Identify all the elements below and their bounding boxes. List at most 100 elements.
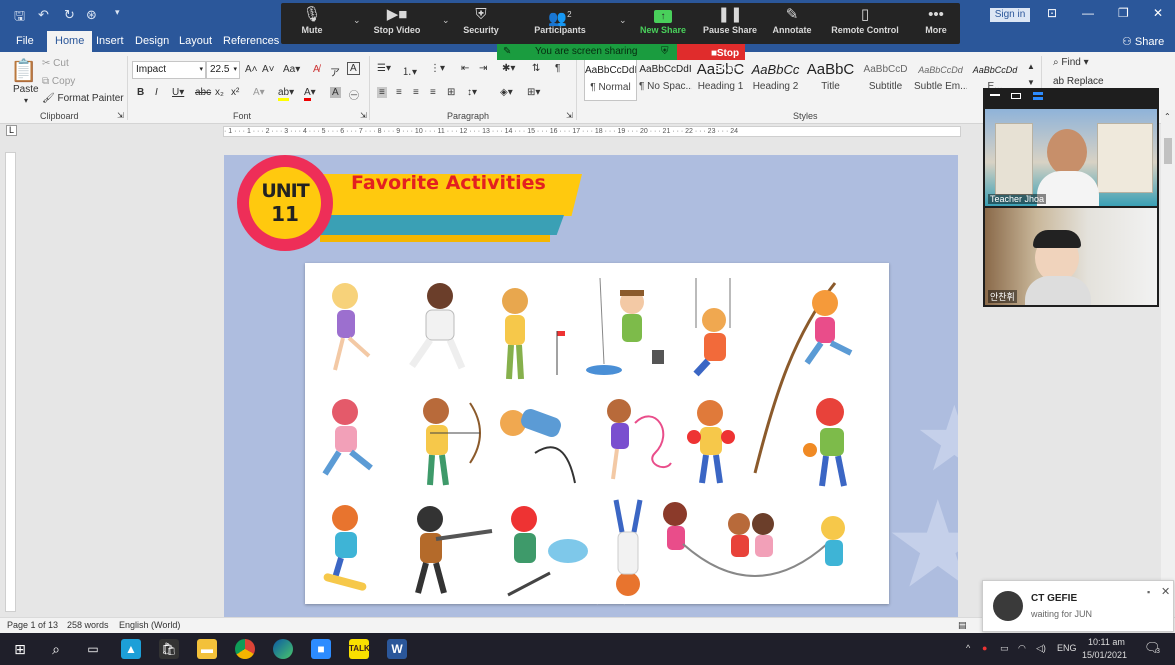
touch-mode-icon[interactable]: ⊛ <box>86 7 97 23</box>
paragraph-launcher-icon[interactable]: ⇲ <box>566 111 573 120</box>
style-heading-2[interactable]: AaBbCc Heading 2 <box>749 57 802 101</box>
underline-icon[interactable]: U▾ <box>172 87 184 98</box>
shading-icon[interactable]: ◈▾ <box>500 87 513 98</box>
tab-insert[interactable]: Insert <box>96 35 124 47</box>
cut-button[interactable]: ✂ Cut <box>42 58 69 69</box>
bullets-icon[interactable]: ☰▾ <box>377 63 391 74</box>
replace-button[interactable]: ab Replace <box>1053 76 1104 87</box>
shrink-font-icon[interactable]: A˅ <box>262 64 275 75</box>
close-icon[interactable]: ✕ <box>1161 585 1170 598</box>
video-options[interactable]: ⌄ <box>436 3 450 44</box>
sign-in-button[interactable]: Sign in <box>990 8 1030 22</box>
bold-icon[interactable]: B <box>137 87 144 98</box>
chat-notification[interactable]: CT GEFIE waiting for JUN ▪ ✕ <box>982 580 1174 632</box>
volume-icon[interactable]: ◁) <box>1036 643 1046 654</box>
input-language[interactable]: ENG <box>1057 643 1077 653</box>
language-indicator[interactable]: English (World) <box>119 620 180 630</box>
horizontal-ruler[interactable]: · 1 · · · 1 · · · 2 · · · 3 · · · 4 · · … <box>223 126 961 137</box>
subscript-icon[interactable]: x₂ <box>215 87 224 98</box>
numbering-icon[interactable]: ⒈▾ <box>402 63 417 78</box>
save-icon[interactable]: 🖫 <box>14 7 25 29</box>
vertical-scrollbar[interactable]: ⌃ <box>1161 110 1175 618</box>
clipboard-launcher-icon[interactable]: ⇲ <box>117 111 124 120</box>
paste-dropdown-icon[interactable]: ▾ <box>24 96 28 105</box>
clock-date[interactable]: 15/01/2021 <box>1082 650 1127 660</box>
stop-share-button[interactable]: ■ Stop Share <box>677 44 745 75</box>
close-icon[interactable]: ✕ <box>1153 6 1163 20</box>
windows-start-icon[interactable]: ⊞ <box>10 639 30 659</box>
speaker-view-icon[interactable] <box>1033 92 1043 100</box>
vertical-ruler[interactable] <box>5 152 16 612</box>
remote-control-button[interactable]: ▯ Remote Control <box>831 3 899 44</box>
minimize-icon[interactable]: — <box>1082 6 1094 20</box>
gallery-view-icon[interactable] <box>1011 93 1021 99</box>
character-border-icon[interactable]: A <box>347 62 360 75</box>
align-center-icon[interactable]: ≡ <box>396 87 402 98</box>
chrome-icon[interactable] <box>235 639 255 659</box>
search-icon[interactable]: ⌕ <box>46 639 66 659</box>
security-button[interactable]: ⛨ Security <box>461 3 501 44</box>
new-share-button[interactable]: ↑ New Share <box>638 3 688 44</box>
stop-video-button[interactable]: ▶■ Stop Video <box>371 3 423 44</box>
tab-design[interactable]: Design <box>135 35 169 47</box>
page-count[interactable]: Page 1 of 13 <box>7 620 58 630</box>
battery-icon[interactable]: ▭ <box>1000 643 1009 654</box>
highlight-icon[interactable]: ab▾ <box>278 87 294 101</box>
style-subtitle[interactable]: AaBbCcD Subtitle <box>859 57 912 101</box>
pin-icon[interactable]: ✎ <box>503 46 511 57</box>
undo-icon[interactable]: ↶ <box>38 7 49 23</box>
borders-icon[interactable]: ⊞▾ <box>527 87 540 98</box>
kakaotalk-icon[interactable]: TALK <box>349 639 370 659</box>
mute-button[interactable]: 🎙 Mute <box>295 3 329 44</box>
italic-icon[interactable]: I <box>155 87 158 98</box>
more-button[interactable]: ••• More <box>921 3 951 44</box>
decrease-indent-icon[interactable]: ⇤ <box>461 63 469 74</box>
align-right-icon[interactable]: ≡ <box>413 87 419 98</box>
styles-scroll-up-icon[interactable]: ▲ <box>1027 62 1035 71</box>
phonetic-guide-icon[interactable]: ア <box>330 64 340 79</box>
tab-layout[interactable]: Layout <box>179 35 212 47</box>
asian-layout-icon[interactable]: ✱▾ <box>502 63 515 74</box>
character-shading-icon[interactable]: A <box>330 87 341 98</box>
activities-illustration[interactable] <box>305 263 889 604</box>
annotate-button[interactable]: ✎ Annotate <box>771 3 813 44</box>
clear-formatting-icon[interactable]: A̸ <box>313 64 320 75</box>
format-painter-button[interactable]: 🖌 Format Painter <box>42 93 124 104</box>
enclose-characters-icon[interactable]: ㊀ <box>349 87 359 102</box>
share-button[interactable]: ⚇ Share <box>1122 35 1164 48</box>
style-no-spacing[interactable]: AaBbCcDdI ¶ No Spac... <box>639 57 692 101</box>
scroll-thumb[interactable] <box>1164 138 1172 164</box>
change-case-icon[interactable]: Aa▾ <box>283 64 300 75</box>
paste-icon[interactable]: 📋 <box>10 58 37 84</box>
font-name-input[interactable]: Impact ▾ <box>132 61 206 79</box>
document-page[interactable]: ★ ★ ★ UNIT 11 Favorite Activities <box>224 155 958 617</box>
edge-icon[interactable] <box>273 639 293 659</box>
video-tile-student[interactable]: 안찬휘 <box>985 208 1157 305</box>
ribbon-display-icon[interactable]: ⊡ <box>1047 6 1057 20</box>
mute-options[interactable]: ⌄ <box>347 3 361 44</box>
restore-icon[interactable]: ❐ <box>1118 6 1129 20</box>
style-subtle-emphasis[interactable]: AaBbCcDd Subtle Em... <box>914 57 967 101</box>
word-icon[interactable]: W <box>387 639 407 659</box>
grow-font-icon[interactable]: A˄ <box>245 64 258 75</box>
read-mode-icon[interactable]: ▤ <box>958 620 967 631</box>
wifi-icon[interactable]: ◠ <box>1018 643 1026 654</box>
task-view-icon[interactable]: ▭ <box>83 639 103 659</box>
text-effects-icon[interactable]: A▾ <box>253 87 265 98</box>
pilcrow-icon[interactable]: ¶ <box>555 63 560 74</box>
security-tray-icon[interactable]: ● <box>982 643 987 653</box>
clock-time[interactable]: 10:11 am <box>1088 637 1125 647</box>
tab-file[interactable]: File <box>16 35 34 47</box>
tab-home[interactable]: Home <box>47 31 93 52</box>
tab-references[interactable]: References <box>223 35 279 47</box>
zoom-icon[interactable]: ■ <box>311 639 331 659</box>
style-title[interactable]: AaBbC Title <box>804 57 857 101</box>
justify-icon[interactable]: ≡ <box>430 87 436 98</box>
superscript-icon[interactable]: x² <box>231 87 239 98</box>
distributed-icon[interactable]: ⊞ <box>447 87 455 98</box>
redo-icon[interactable]: ↻ <box>64 7 75 23</box>
microsoft-store-icon[interactable]: 🛍 <box>159 639 179 659</box>
show-hidden-icons[interactable]: ^ <box>966 643 970 653</box>
tab-selector-icon[interactable]: L <box>6 125 17 136</box>
sort-icon[interactable]: ⇅ <box>532 63 540 74</box>
